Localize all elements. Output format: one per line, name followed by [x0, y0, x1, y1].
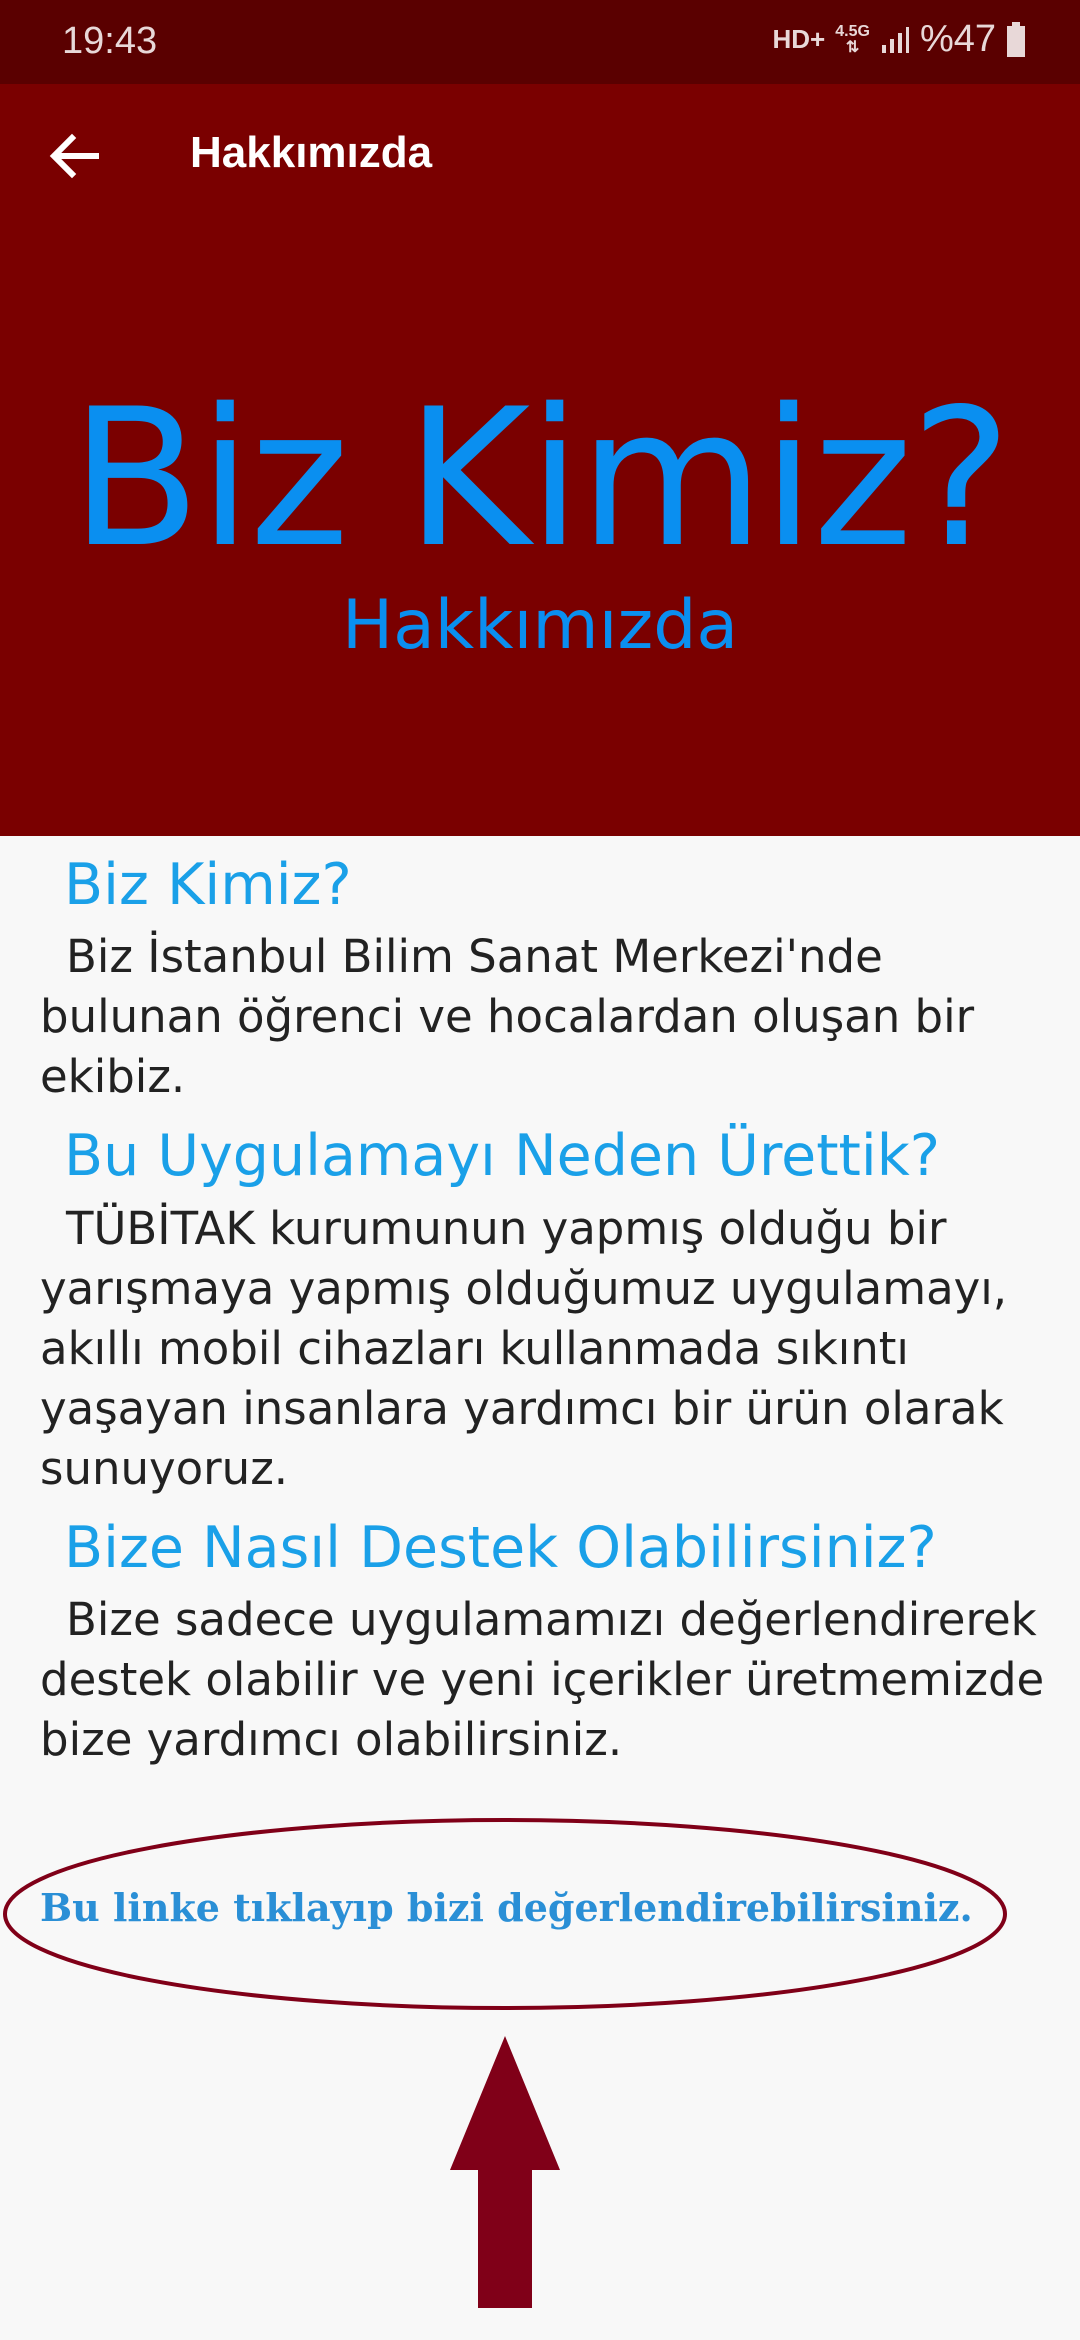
- back-button[interactable]: [42, 124, 106, 188]
- status-indicators: HD+ 4.5G ⇅ %47: [773, 18, 1027, 61]
- section-body: Biz İstanbul Bilim Sanat Merkezi'nde bul…: [40, 930, 975, 1104]
- section-heading: Bu Uygulamayı Neden Ürettik?: [64, 1123, 940, 1190]
- signal-icon: [881, 26, 909, 53]
- about-content: Biz Kimiz? Biz İstanbul Bilim Sanat Merk…: [40, 850, 1050, 1784]
- battery-percent: %47: [919, 18, 996, 60]
- hero-title: Biz Kimiz?: [70, 368, 1011, 589]
- section-why-we-built: Bu Uygulamayı Neden Ürettik? TÜBİTAK kur…: [40, 1121, 1050, 1498]
- app-bar: Hakkımızda: [0, 84, 1080, 234]
- section-body: TÜBİTAK kurumunun yapmış olduğu bir yarı…: [40, 1201, 1008, 1495]
- hero-banner: Biz Kimiz? Hakkımızda: [0, 234, 1080, 836]
- annotation-arrow-up-icon: [450, 2036, 560, 2308]
- status-bar: 19:43 HD+ 4.5G ⇅ %47: [0, 0, 1080, 84]
- hero-subtitle: Hakkımızda: [341, 586, 739, 665]
- network-gen: 4.5G: [835, 22, 870, 40]
- section-heading: Bize Nasıl Destek Olabilirsiniz?: [64, 1514, 937, 1581]
- section-who-we-are: Biz Kimiz? Biz İstanbul Bilim Sanat Merk…: [40, 850, 1050, 1107]
- app-bar-title: Hakkımızda: [190, 128, 433, 177]
- section-heading: Biz Kimiz?: [64, 852, 352, 918]
- rate-app-link[interactable]: Bu linke tıklayıp bizi değerlendirebilir…: [40, 1885, 1020, 1930]
- battery-icon: [1007, 21, 1025, 57]
- status-time: 19:43: [62, 20, 158, 62]
- section-body: Bize sadece uygulamamızı değerlendirerek…: [40, 1592, 1045, 1766]
- network-type: HD+: [772, 24, 826, 54]
- arrow-left-icon: [49, 133, 99, 179]
- section-how-to-support: Bize Nasıl Destek Olabilirsiniz? Bize sa…: [40, 1513, 1050, 1770]
- network-gen-icon: 4.5G ⇅: [835, 22, 870, 56]
